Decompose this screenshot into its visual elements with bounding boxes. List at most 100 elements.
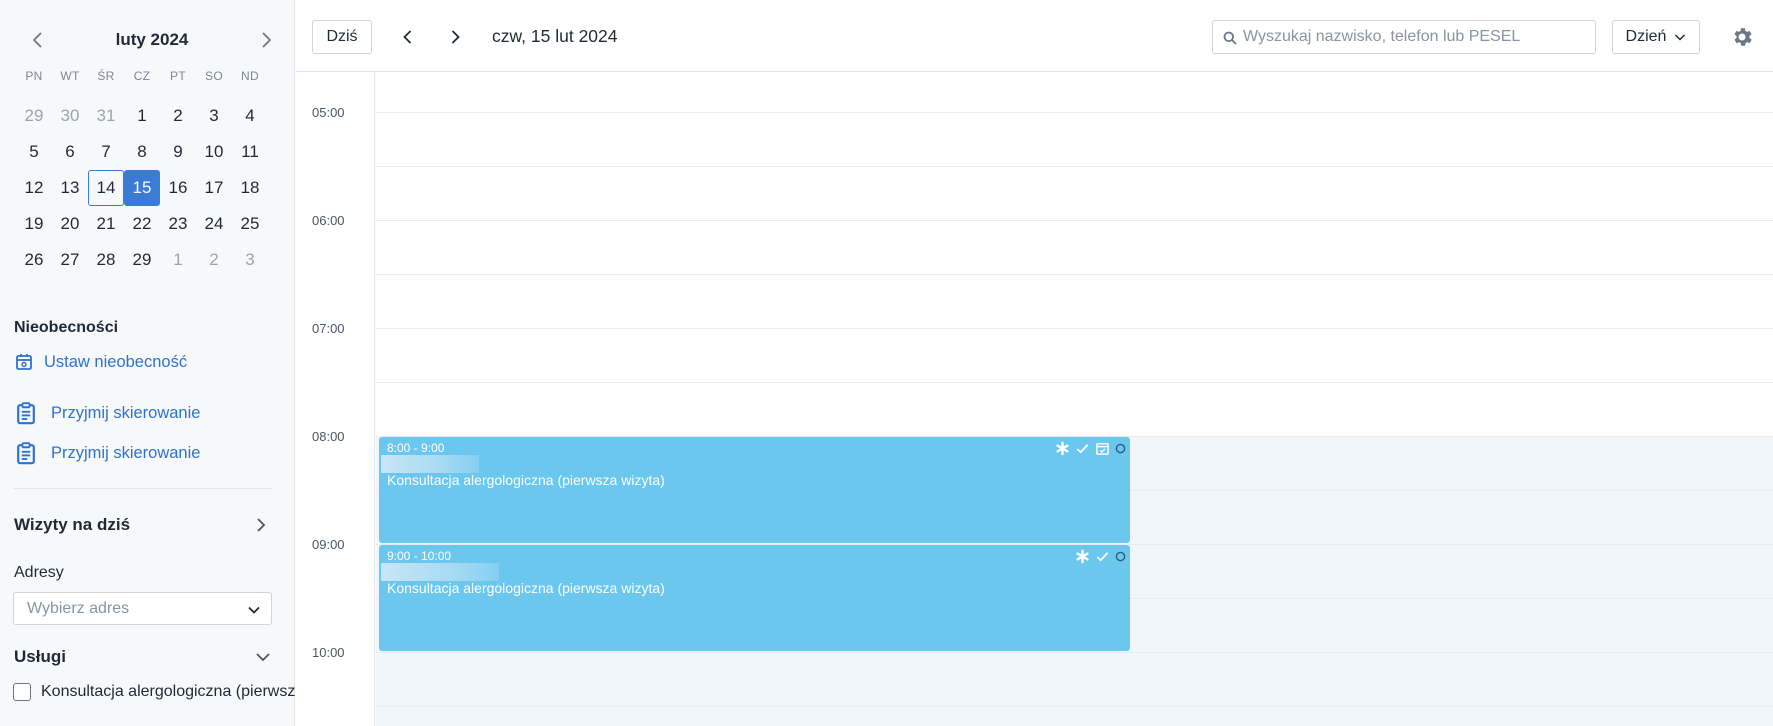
calendar-day[interactable]: 2 — [196, 242, 232, 278]
asterisk-icon — [1076, 549, 1089, 564]
status-circle-icon — [1115, 551, 1126, 562]
calendar-day[interactable]: 11 — [232, 134, 268, 170]
chevron-down-icon — [248, 606, 260, 614]
calendar-day[interactable]: 2 — [160, 98, 196, 134]
event-title: Konsultacja alergologiczna (pierwsza wiz… — [387, 580, 665, 596]
calendar-day[interactable]: 26 — [16, 242, 52, 278]
next-month-button[interactable] — [254, 28, 278, 52]
hour-line — [376, 652, 1773, 653]
search-placeholder: Wyszukaj nazwisko, telefon lub PESEL — [1243, 28, 1521, 45]
current-date: czw, 15 lut 2024 — [492, 26, 618, 46]
time-label: 06:00 — [312, 213, 345, 228]
check-icon — [1096, 552, 1109, 562]
calendar-day[interactable]: 10 — [196, 134, 232, 170]
time-label: 08:00 — [312, 429, 345, 444]
calendar-day[interactable]: 3 — [196, 98, 232, 134]
calendar-day[interactable]: 13 — [52, 170, 88, 206]
calendar-day[interactable]: 19 — [16, 206, 52, 242]
calendar-day[interactable]: 24 — [196, 206, 232, 242]
event-title: Konsultacja alergologiczna (pierwsza wiz… — [387, 472, 665, 488]
view-mode-label: Dzień — [1625, 28, 1667, 45]
set-absence-label: Ustaw nieobecność — [44, 352, 188, 371]
calendar-day[interactable]: 1 — [160, 242, 196, 278]
day-view-grid: 05:00 06:00 07:00 08:00 09:00 10:00 8:00… — [296, 72, 1773, 726]
calendar-day[interactable]: 31 — [88, 98, 124, 134]
calendar-day-today[interactable]: 14 — [88, 170, 124, 206]
calendar-day[interactable]: 4 — [232, 98, 268, 134]
clipboard-icon — [17, 402, 35, 425]
calendar-day[interactable]: 5 — [16, 134, 52, 170]
gear-icon[interactable] — [1730, 25, 1754, 49]
visits-today-title[interactable]: Wizyty na dziś — [14, 515, 130, 535]
calendar-day[interactable]: 16 — [160, 170, 196, 206]
weekday-label: ŚR — [97, 69, 115, 83]
address-select[interactable]: Wybierz adres — [13, 592, 272, 625]
chevron-down-icon — [1675, 34, 1686, 41]
calendar-day[interactable]: 1 — [124, 98, 160, 134]
accept-referral-label: Przyjmij skierowanie — [51, 403, 201, 422]
accept-referral-link[interactable]: Przyjmij skierowanie — [14, 441, 200, 465]
weekday-label: WT — [60, 69, 80, 83]
chevron-right-icon[interactable] — [252, 516, 270, 534]
addresses-title: Adresy — [14, 564, 64, 581]
accept-referral-link[interactable]: Przyjmij skierowanie — [14, 401, 200, 425]
redacted-patient-name — [381, 563, 499, 581]
calendar-day[interactable]: 28 — [88, 242, 124, 278]
patient-search-input[interactable]: Wyszukaj nazwisko, telefon lub PESEL — [1212, 20, 1596, 54]
calendar-day[interactable]: 27 — [52, 242, 88, 278]
calendar-day[interactable]: 12 — [16, 170, 52, 206]
calendar-day[interactable]: 30 — [52, 98, 88, 134]
weekday-label: SO — [205, 69, 223, 83]
calendar-day[interactable]: 6 — [52, 134, 88, 170]
weekday-label: PN — [25, 69, 43, 83]
redacted-patient-name — [381, 455, 479, 473]
half-hour-line — [376, 166, 1773, 167]
time-slots[interactable]: 8:00 - 9:00 Konsultacja alergologiczna (… — [376, 72, 1773, 726]
weekday-label: ND — [241, 69, 259, 83]
event-status-icons — [1055, 441, 1126, 456]
next-day-button[interactable] — [444, 26, 466, 48]
toolbar: Dziś czw, 15 lut 2024 Wyszukaj nazwisko,… — [296, 0, 1773, 72]
calendar-day[interactable]: 3 — [232, 242, 268, 278]
calendar-day[interactable]: 29 — [16, 98, 52, 134]
calendar-day[interactable]: 8 — [124, 134, 160, 170]
sidebar-divider — [14, 488, 272, 489]
calendar-day[interactable]: 29 — [124, 242, 160, 278]
calendar-day[interactable]: 7 — [88, 134, 124, 170]
calendar-day[interactable]: 17 — [196, 170, 232, 206]
calendar-day[interactable]: 21 — [88, 206, 124, 242]
appointment-event[interactable]: 9:00 - 10:00 Konsultacja alergologiczna … — [379, 545, 1130, 651]
chevron-down-icon[interactable] — [254, 648, 272, 666]
appointment-event[interactable]: 8:00 - 9:00 Konsultacja alergologiczna (… — [379, 437, 1130, 543]
calendar-day[interactable]: 22 — [124, 206, 160, 242]
calendar-day[interactable]: 25 — [232, 206, 268, 242]
check-icon — [1076, 444, 1089, 454]
today-button[interactable]: Dziś — [312, 20, 372, 54]
weekday-label: CZ — [133, 69, 151, 83]
weekday-header: PN WT ŚR CZ PT SO ND — [16, 69, 268, 83]
services-title[interactable]: Usługi — [14, 647, 66, 667]
calendar-day[interactable]: 18 — [232, 170, 268, 206]
calendar-icon — [16, 354, 32, 370]
chevron-right-icon — [451, 30, 460, 44]
calendar-day[interactable]: 23 — [160, 206, 196, 242]
asterisk-icon — [1056, 441, 1069, 456]
prev-day-button[interactable] — [397, 26, 419, 48]
mini-calendar-title: luty 2024 — [115, 30, 189, 49]
half-hour-line — [376, 274, 1773, 275]
service-checkbox[interactable] — [13, 683, 31, 701]
calendar-day[interactable]: 9 — [160, 134, 196, 170]
address-placeholder: Wybierz adres — [27, 599, 130, 617]
time-label: 09:00 — [312, 537, 345, 552]
hour-line — [376, 328, 1773, 329]
event-time: 9:00 - 10:00 — [387, 549, 452, 563]
time-label: 10:00 — [312, 645, 345, 660]
calendar-day-selected[interactable]: 15 — [124, 170, 160, 206]
service-filter-item[interactable]: Konsultacja alergologiczna (pierwsza wiz… — [13, 683, 295, 701]
view-mode-dropdown[interactable]: Dzień — [1612, 20, 1700, 54]
absences-title: Nieobecności — [14, 319, 119, 336]
accept-referral-label: Przyjmij skierowanie — [51, 443, 201, 462]
time-label: 05:00 — [312, 105, 345, 120]
calendar-day[interactable]: 20 — [52, 206, 88, 242]
set-absence-link[interactable]: Ustaw nieobecność — [14, 352, 187, 372]
